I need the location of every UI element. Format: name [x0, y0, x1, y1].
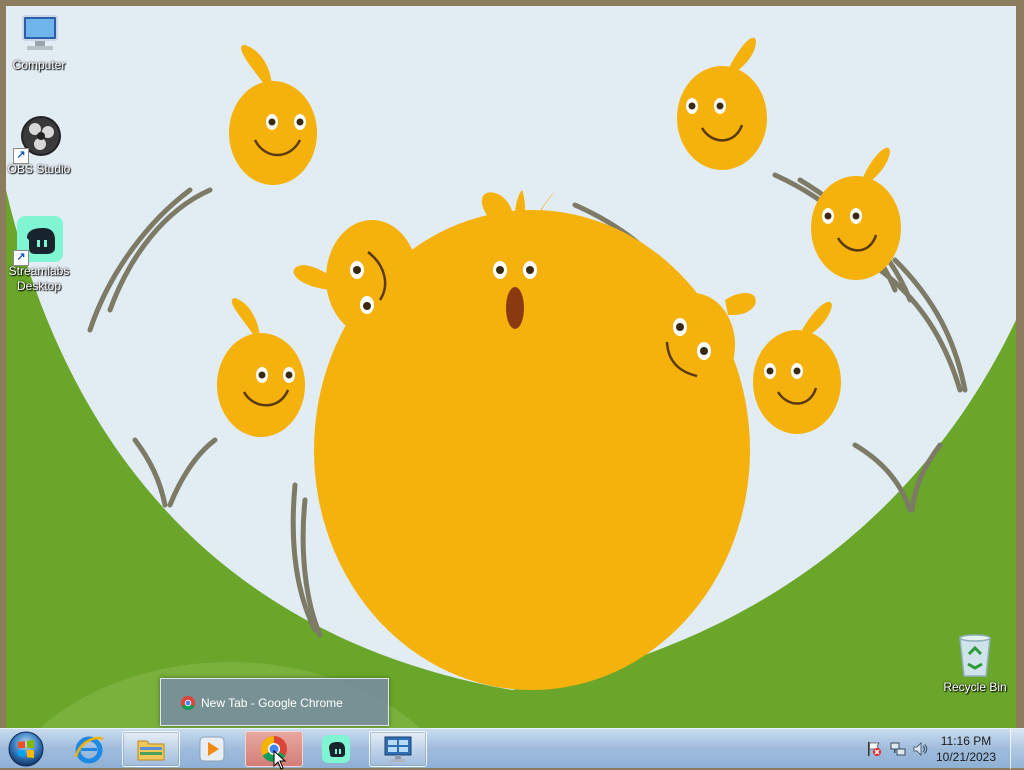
control-panel-icon [384, 736, 412, 762]
streamlabs-icon: ↗ [13, 216, 63, 266]
taskbar-button-chrome[interactable] [245, 731, 303, 770]
clock-time: 11:16 PM [940, 734, 992, 748]
desktop-icon-obs-studio[interactable]: ↗ OBS Studio [1, 114, 77, 177]
start-button[interactable] [4, 730, 48, 768]
internet-explorer-icon [74, 736, 104, 764]
chrome-icon [181, 696, 195, 710]
taskbar-button-file-explorer[interactable] [122, 731, 180, 767]
obs-studio-icon: ↗ [13, 114, 63, 164]
volume-icon[interactable] [912, 741, 928, 762]
desktop-icon-label: Recycle Bin [943, 680, 1007, 694]
media-player-icon [199, 736, 225, 762]
taskbar: 11:16 PM 10/21/2023 [0, 728, 1024, 770]
desktop-icon-label: Streamlabs Desktop [8, 264, 70, 293]
network-icon[interactable] [890, 741, 906, 762]
folder-icon [137, 740, 165, 761]
taskbar-button-media-player[interactable] [183, 731, 241, 767]
desktop-icon-label: Computer [12, 58, 66, 72]
desktop-icon-computer[interactable]: Computer [1, 10, 77, 73]
taskbar-button-streamlabs[interactable] [307, 731, 365, 767]
thumbnail-title: New Tab - Google Chrome [201, 696, 343, 710]
computer-icon [15, 10, 63, 58]
shortcut-arrow-icon: ↗ [13, 250, 29, 266]
show-desktop-button[interactable] [1010, 729, 1024, 769]
system-tray: 11:16 PM 10/21/2023 [854, 729, 1024, 769]
taskbar-thumbnail-popup[interactable]: New Tab - Google Chrome [160, 678, 389, 726]
action-center-flag-icon[interactable] [866, 741, 882, 762]
taskbar-button-control-panel[interactable] [369, 731, 427, 767]
clock[interactable]: 11:16 PM 10/21/2023 [930, 733, 1002, 765]
desktop-icon-streamlabs[interactable]: ↗ Streamlabs Desktop [1, 216, 77, 294]
desktop-icon-label: OBS Studio [7, 162, 71, 176]
desktop-icon-recycle-bin[interactable]: Recycle Bin [937, 632, 1013, 695]
mouse-cursor-icon [273, 750, 287, 770]
recycle-bin-icon [951, 632, 999, 680]
taskbar-button-internet-explorer[interactable] [60, 731, 118, 767]
clock-date: 10/21/2023 [935, 750, 997, 764]
streamlabs-icon [322, 735, 350, 763]
shortcut-arrow-icon: ↗ [13, 148, 29, 164]
windows-start-icon [8, 731, 44, 767]
desktop-wallpaper [0, 0, 1024, 768]
